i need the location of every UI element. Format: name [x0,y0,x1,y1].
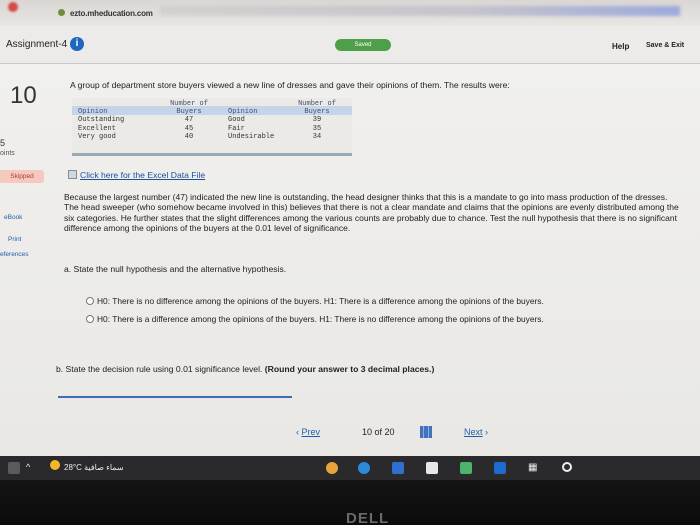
radio-button[interactable] [86,315,94,323]
status-badge: Skipped [0,170,44,183]
table-header: Buyers [176,108,202,117]
table-cell: Outstanding [78,116,125,125]
table-cell: Fair [228,124,245,133]
store-icon[interactable] [392,462,404,474]
references-link[interactable]: eferences [0,251,29,258]
taskview-icon[interactable] [8,462,20,474]
table-cell: 45 [184,124,194,133]
help-link[interactable]: Help [612,42,629,51]
app-icon[interactable] [326,462,338,474]
secure-lock-icon [58,9,65,16]
table-cell: Excellent [78,124,116,133]
excel-data-link[interactable]: Click here for the Excel Data File [80,170,205,180]
question-page: 10 5 oints Skipped eBook Print eferences… [0,64,700,456]
saved-badge: Saved [335,39,391,51]
weather-icon [50,460,60,470]
part-b-rounding-note: (Round your answer to 3 decimal places.) [264,364,435,374]
print-link[interactable]: Print [8,236,21,243]
option-text: H0: There is no difference among the opi… [97,296,544,306]
url-tail-blur [160,6,680,16]
hypothesis-option-2[interactable]: H0: There is a difference among the opin… [86,314,544,324]
weather-text[interactable]: 28°C سماء صافية [64,463,124,472]
problem-paragraph: Because the largest number (47) indicate… [64,192,679,234]
points-label: oints [0,150,15,157]
dell-logo: DELL [346,510,390,525]
hypothesis-option-1[interactable]: H0: There is no difference among the opi… [86,296,544,306]
table-cell: 39 [312,116,322,125]
info-icon[interactable]: i [70,37,84,51]
photos-icon[interactable] [460,462,472,474]
decision-rule-input[interactable] [58,392,292,398]
assignment-title: Assignment-4 [6,39,68,50]
table-col-buyers-1: Number of Buyers 47 45 40 [168,100,210,141]
points-value: 5 [0,138,6,148]
calculator-icon[interactable] [426,462,438,474]
cortana-icon[interactable] [562,462,572,472]
question-sidebar: 10 5 oints Skipped eBook Print eferences [0,64,48,456]
table-cell: 34 [312,132,322,141]
table-cell: 35 [312,124,322,133]
excel-file-icon [68,170,77,179]
option-text: H0: There is a difference among the opin… [97,314,544,324]
radio-button[interactable] [86,297,94,305]
save-exit-button[interactable]: Save & Exit [646,42,684,49]
table-cell: 40 [184,132,194,141]
taskview-grid-icon[interactable]: ▦ [528,462,537,474]
next-label: Next [464,427,483,437]
data-table: x Opinion Outstanding Excellent Very goo… [72,98,352,156]
table-cell: Undesirable [228,132,275,141]
chevron-up-icon[interactable]: ^ [26,462,30,474]
prev-button[interactable]: ‹ Prev [296,427,320,437]
part-b-text: b. State the decision rule using 0.01 si… [56,364,263,374]
edge-icon[interactable] [358,462,370,474]
table-header: Number of [298,100,336,108]
table-col-buyers-2: Number of Buyers 39 35 34 [294,100,340,141]
app-header: Assignment-4 i Saved Help Save & Exit [0,26,700,64]
table-col-opinion-2: x Opinion Good Fair Undesirable [228,100,274,141]
table-col-opinion-1: x Opinion Outstanding Excellent Very goo… [78,100,124,141]
table-cell: 47 [184,116,194,125]
question-number: 10 [10,82,37,109]
page-count: 10 of 20 [362,427,395,437]
monitor-bezel: DELL [0,480,700,525]
table-cell: Very good [78,132,116,141]
table-header: Number of [170,100,208,108]
table-header: Opinion [78,108,108,117]
mail-icon[interactable] [494,462,506,474]
prev-label: Prev [301,427,321,437]
table-header: Opinion [228,108,258,117]
browser-icon [8,2,18,12]
url-text[interactable]: ezto.mheducation.com [70,9,153,18]
table-header: Buyers [304,108,330,117]
next-button[interactable]: Next › [464,427,488,437]
question-prompt: A group of department store buyers viewe… [70,80,510,90]
table-cell: Good [228,116,245,125]
question-grid-icon[interactable] [420,426,432,438]
part-b-prompt: b. State the decision rule using 0.01 si… [56,364,434,374]
browser-address-bar: ezto.mheducation.com [0,0,700,26]
part-a-prompt: a. State the null hypothesis and the alt… [64,264,287,274]
ebook-link[interactable]: eBook [4,214,22,221]
